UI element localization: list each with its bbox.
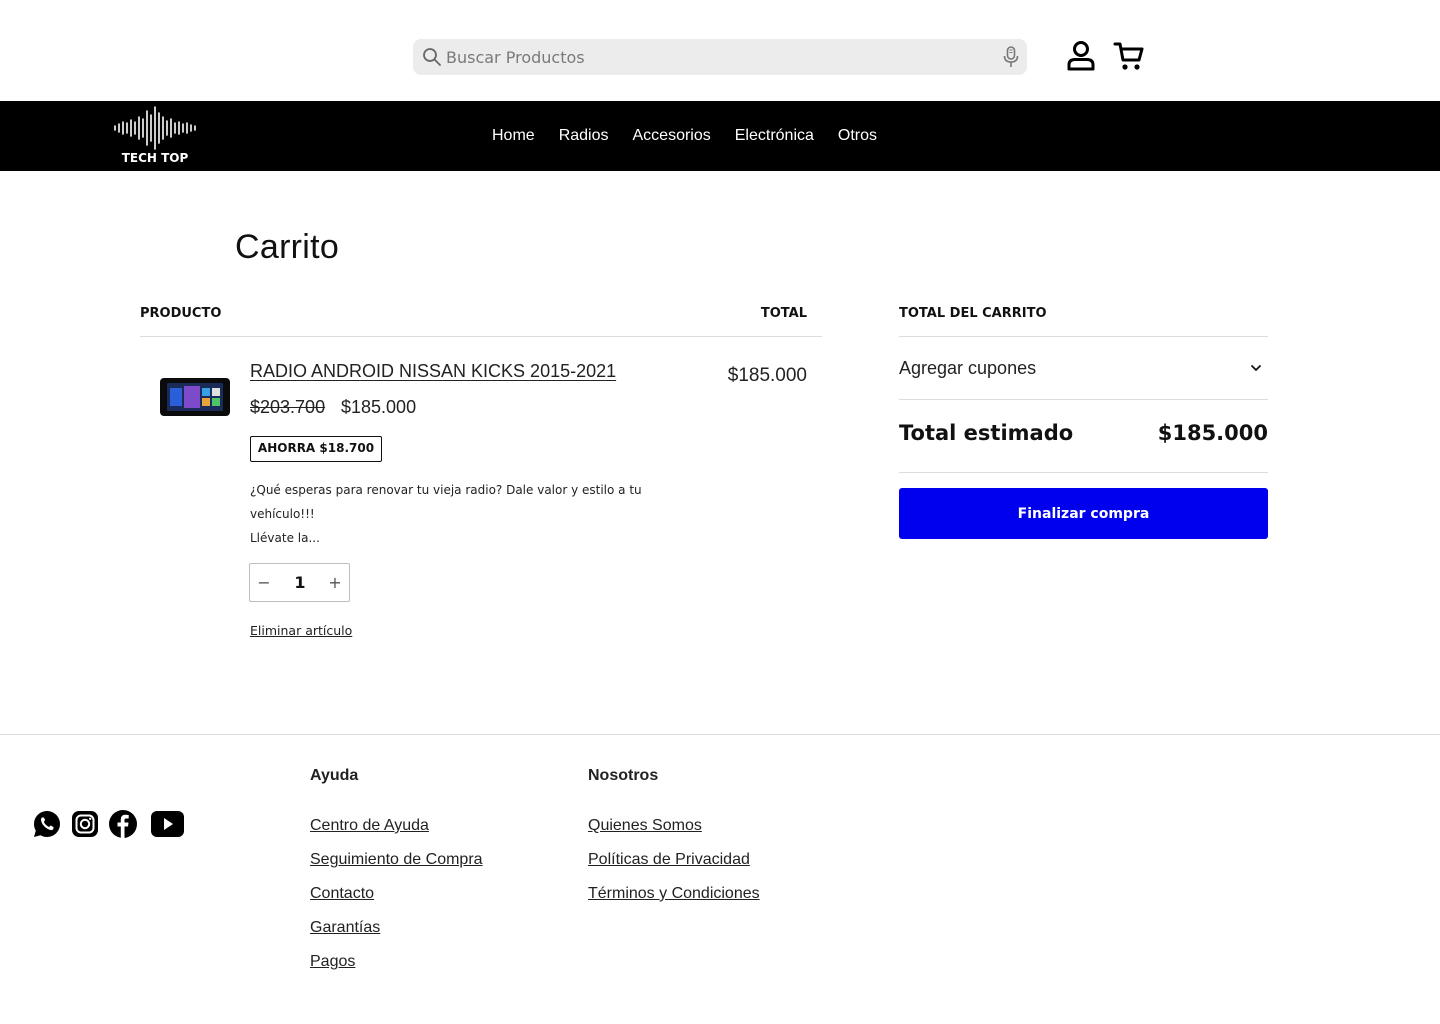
footer-link-warranties[interactable]: Garantías bbox=[310, 919, 380, 937]
nav-electronica[interactable]: Electrónica bbox=[735, 127, 814, 145]
nav-radios[interactable]: Radios bbox=[559, 127, 609, 145]
quantity-value[interactable]: 1 bbox=[280, 564, 320, 601]
estimated-total-label: Total estimado bbox=[899, 421, 1074, 445]
footer-help-title: Ayuda bbox=[310, 767, 359, 784]
quantity-stepper[interactable]: − 1 + bbox=[249, 563, 350, 602]
product-description-text: ¿Qué esperas para renovar tu vieja radio… bbox=[250, 483, 642, 521]
quantity-decrease-button[interactable]: − bbox=[250, 564, 278, 601]
footer-link-contact[interactable]: Contacto bbox=[310, 885, 374, 903]
user-account-icon[interactable] bbox=[1066, 40, 1096, 72]
logo-text: TECH TOP bbox=[121, 151, 189, 165]
instagram-icon[interactable] bbox=[70, 809, 100, 839]
nav-accesorios[interactable]: Accesorios bbox=[633, 127, 711, 145]
footer-link-about-us[interactable]: Quienes Somos bbox=[588, 817, 702, 835]
footer-link-order-tracking[interactable]: Seguimiento de Compra bbox=[310, 851, 483, 869]
nav-home[interactable]: Home bbox=[492, 127, 535, 145]
divider bbox=[899, 399, 1268, 400]
product-sale-price: $185.000 bbox=[341, 397, 417, 417]
column-header-total: TOTAL bbox=[760, 306, 807, 321]
savings-badge: AHORRA $18.700 bbox=[250, 436, 382, 462]
summary-title: TOTAL DEL CARRITO bbox=[899, 306, 1047, 321]
divider bbox=[899, 472, 1268, 473]
remove-item-link[interactable]: Eliminar artículo bbox=[250, 623, 352, 638]
footer-about-title: Nosotros bbox=[588, 767, 659, 784]
youtube-icon[interactable] bbox=[150, 809, 185, 839]
coupon-toggle[interactable]: Agregar cupones bbox=[899, 358, 1036, 379]
chevron-down-icon[interactable] bbox=[1249, 363, 1263, 373]
product-image[interactable] bbox=[159, 374, 231, 420]
cart-icon[interactable] bbox=[1113, 40, 1145, 72]
quantity-increase-button[interactable]: + bbox=[321, 564, 349, 601]
product-name-link[interactable]: RADIO ANDROID NISSAN KICKS 2015-2021 bbox=[250, 361, 616, 382]
radio-screen-icon bbox=[160, 378, 230, 416]
footer-link-help-center[interactable]: Centro de Ayuda bbox=[310, 817, 429, 835]
main-navbar: TECH TOP Home Radios Accesorios Electrón… bbox=[0, 101, 1440, 171]
search-bar[interactable] bbox=[413, 39, 1027, 75]
microphone-icon[interactable] bbox=[1002, 46, 1020, 68]
footer-link-privacy[interactable]: Políticas de Privacidad bbox=[588, 851, 750, 869]
footer-link-terms[interactable]: Términos y Condiciones bbox=[588, 885, 760, 903]
estimated-total-value: $185.000 bbox=[1157, 421, 1268, 445]
product-description: ¿Qué esperas para renovar tu vieja radio… bbox=[250, 478, 670, 550]
line-total: $185.000 bbox=[727, 365, 807, 386]
tech-top-logo[interactable]: TECH TOP bbox=[110, 105, 200, 167]
divider bbox=[899, 336, 1268, 337]
footer-divider bbox=[0, 734, 1440, 735]
divider bbox=[140, 336, 822, 337]
column-header-product: PRODUCTO bbox=[140, 306, 222, 321]
page-title: Carrito bbox=[235, 228, 340, 266]
top-bar bbox=[0, 0, 1440, 101]
whatsapp-icon[interactable] bbox=[32, 809, 62, 839]
main-nav: Home Radios Accesorios Electrónica Otros bbox=[480, 101, 889, 171]
product-original-price: $203.700 bbox=[250, 397, 326, 417]
nav-otros[interactable]: Otros bbox=[838, 127, 877, 145]
checkout-button[interactable]: Finalizar compra bbox=[899, 488, 1268, 539]
search-input[interactable] bbox=[446, 39, 986, 75]
facebook-icon[interactable] bbox=[108, 809, 138, 839]
search-icon bbox=[423, 48, 441, 66]
footer-link-payments[interactable]: Pagos bbox=[310, 953, 355, 971]
product-description-more: Llévate la... bbox=[250, 531, 320, 545]
soundwave-logo-icon bbox=[114, 106, 196, 150]
